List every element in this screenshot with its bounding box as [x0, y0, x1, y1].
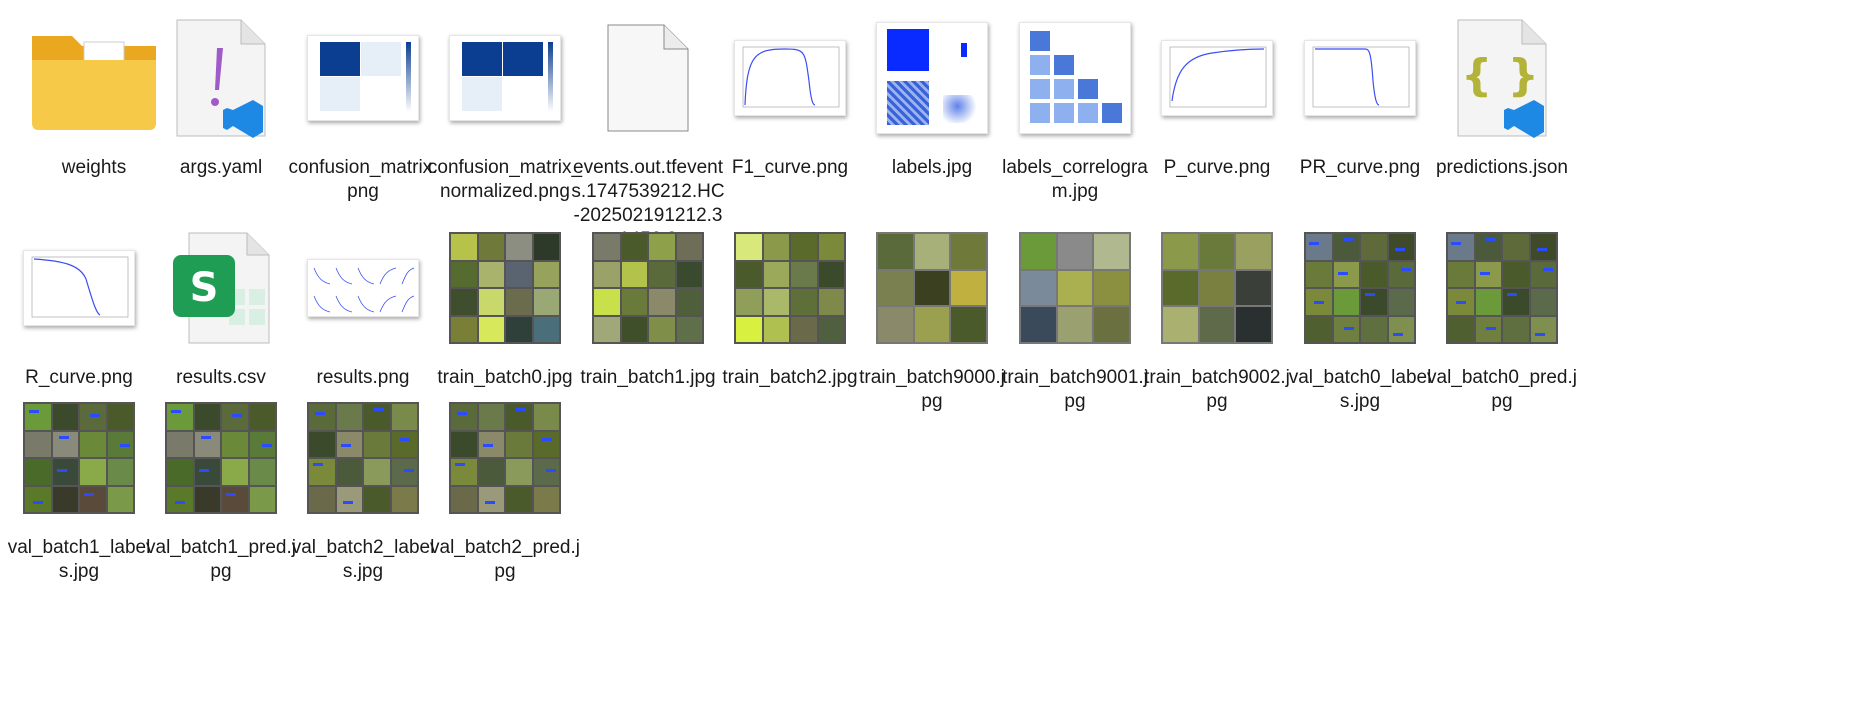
image-mosaic-thumbnail [1142, 218, 1292, 358]
image-mosaic-thumbnail [288, 388, 438, 528]
file-item-results-csv[interactable]: S results.csv [142, 218, 300, 390]
json-file-icon: { } [1427, 8, 1577, 148]
file-name: predictions.json [1435, 157, 1569, 178]
file-item-val-batch2-pred[interactable]: val_batch2_pred.jpg [426, 388, 584, 584]
file-name: results.csv [176, 367, 266, 388]
file-name: train_batch9002.jpg [1144, 367, 1290, 412]
image-mosaic-thumbnail [430, 388, 580, 528]
file-item-args-yaml[interactable]: args.yaml [142, 8, 300, 180]
file-item-val-batch1-labels[interactable]: val_batch1_labels.jpg [0, 388, 158, 584]
blank-file-icon [573, 8, 723, 148]
file-item-labels-correlogram[interactable]: labels_correlogram.jpg [996, 8, 1154, 204]
file-item-train-batch9000[interactable]: train_batch9000.jpg [853, 218, 1011, 414]
csv-file-icon: S [146, 218, 296, 358]
file-name: train_batch2.jpg [722, 367, 858, 388]
svg-text:S: S [190, 265, 219, 311]
file-name: val_batch0_pred.jpg [1427, 367, 1577, 412]
file-item-train-batch9001[interactable]: train_batch9001.jpg [996, 218, 1154, 414]
file-item-confusion-matrix[interactable]: confusion_matrix.png [284, 8, 442, 204]
r-curve-thumbnail [4, 218, 154, 358]
file-name: R_curve.png [25, 367, 133, 388]
image-mosaic-thumbnail [1000, 218, 1150, 358]
file-item-train-batch0[interactable]: train_batch0.jpg [426, 218, 584, 390]
file-item-labels[interactable]: labels.jpg [853, 8, 1011, 180]
file-name: args.yaml [179, 157, 263, 178]
file-name: train_batch9001.jpg [1002, 367, 1148, 412]
file-name: confusion_matrix_normalized.png [427, 157, 583, 202]
file-item-f1-curve[interactable]: F1_curve.png [711, 8, 869, 180]
image-mosaic-thumbnail [857, 218, 1007, 358]
file-name: labels.jpg [891, 157, 973, 178]
file-item-r-curve[interactable]: R_curve.png [0, 218, 158, 390]
file-item-events-tfevents[interactable]: events.out.tfevents.1747539212.HC-202502… [569, 8, 727, 252]
file-name: train_batch0.jpg [437, 367, 573, 388]
file-item-val-batch0-pred[interactable]: val_batch0_pred.jpg [1423, 218, 1581, 414]
image-mosaic-thumbnail [1427, 218, 1577, 358]
file-item-train-batch2[interactable]: train_batch2.jpg [711, 218, 869, 390]
image-mosaic-thumbnail [715, 218, 865, 358]
file-item-p-curve[interactable]: P_curve.png [1138, 8, 1296, 180]
file-name: P_curve.png [1163, 157, 1271, 178]
svg-text:{ }: { } [1461, 50, 1539, 101]
file-item-pr-curve[interactable]: PR_curve.png [1281, 8, 1439, 180]
file-name: results.png [316, 367, 410, 388]
file-item-predictions-json[interactable]: { } predictions.json [1423, 8, 1581, 180]
correlogram-thumbnail [1000, 8, 1150, 148]
file-name: val_batch2_labels.jpg [291, 537, 435, 582]
labels-thumbnail [857, 8, 1007, 148]
pr-curve-thumbnail [1285, 8, 1435, 148]
file-name: labels_correlogram.jpg [1002, 157, 1148, 202]
confusion-matrix-thumbnail [288, 8, 438, 148]
results-plot-thumbnail [288, 218, 438, 358]
file-item-val-batch2-labels[interactable]: val_batch2_labels.jpg [284, 388, 442, 584]
image-mosaic-thumbnail [1285, 218, 1435, 358]
file-name: F1_curve.png [731, 157, 849, 178]
image-mosaic-thumbnail [573, 218, 723, 358]
file-name: val_batch2_pred.jpg [430, 537, 580, 582]
image-mosaic-thumbnail [4, 388, 154, 528]
file-name: train_batch9000.jpg [859, 367, 1005, 412]
file-name: val_batch1_labels.jpg [7, 537, 151, 582]
file-item-train-batch1[interactable]: train_batch1.jpg [569, 218, 727, 390]
file-item-results-png[interactable]: results.png [284, 218, 442, 390]
file-name: PR_curve.png [1299, 157, 1421, 178]
yaml-file-icon [146, 8, 296, 148]
confusion-matrix-normalized-thumbnail [430, 8, 580, 148]
file-item-val-batch0-labels[interactable]: val_batch0_labels.jpg [1281, 218, 1439, 414]
file-name: confusion_matrix.png [288, 157, 438, 202]
file-name: train_batch1.jpg [580, 367, 716, 388]
f1-curve-thumbnail [715, 8, 865, 148]
file-grid: weights args.yaml confusion_matrix.png c… [0, 0, 1860, 718]
file-item-train-batch9002[interactable]: train_batch9002.jpg [1138, 218, 1296, 414]
image-mosaic-thumbnail [430, 218, 580, 358]
p-curve-thumbnail [1142, 8, 1292, 148]
file-name: val_batch0_labels.jpg [1288, 367, 1432, 412]
image-mosaic-thumbnail [146, 388, 296, 528]
file-item-val-batch1-pred[interactable]: val_batch1_pred.jpg [142, 388, 300, 584]
file-name: val_batch1_pred.jpg [146, 537, 296, 582]
file-item-confusion-matrix-normalized[interactable]: confusion_matrix_normalized.png [426, 8, 584, 204]
